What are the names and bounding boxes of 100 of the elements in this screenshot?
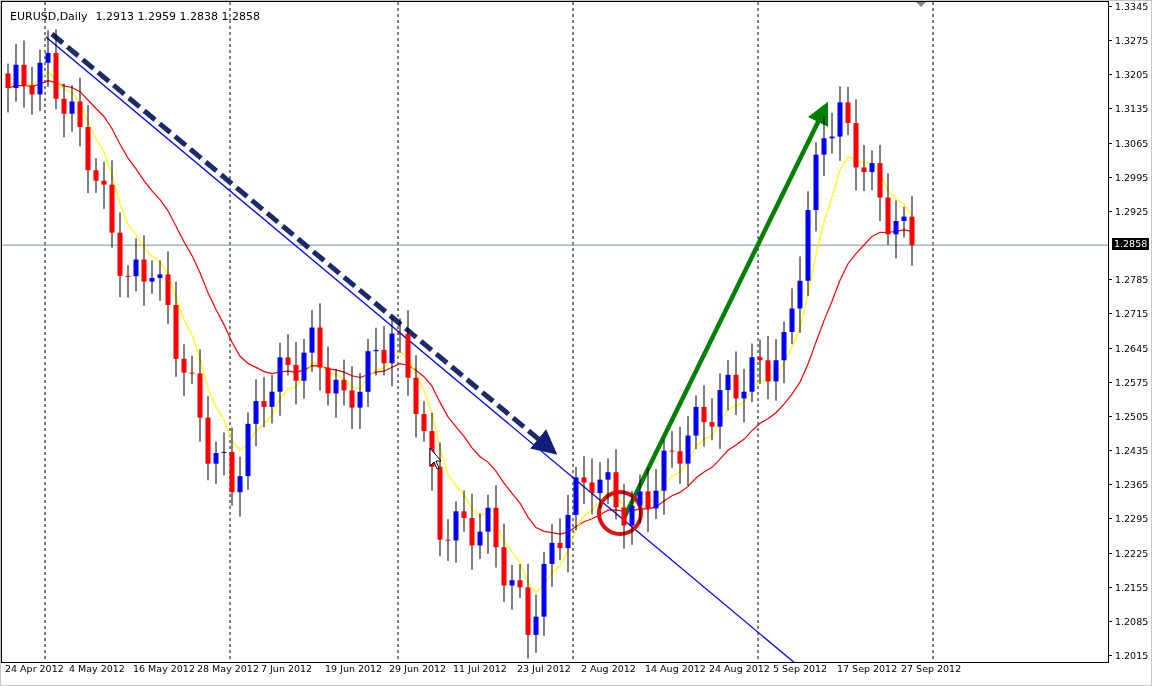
candlestick [829, 112, 835, 154]
date-label: 4 May 2012 [69, 663, 126, 674]
candlestick [621, 483, 627, 550]
date-label: 7 Jun 2012 [261, 663, 314, 674]
candlestick [133, 237, 139, 292]
price-label: 1.2295 [1115, 513, 1149, 525]
candlestick [189, 355, 195, 385]
price-label: 1.2575 [1115, 376, 1149, 388]
candlestick [61, 82, 67, 138]
price-label: 1.2365 [1115, 479, 1149, 491]
price-label: 1.2995 [1115, 171, 1149, 183]
date-label: 2 Aug 2012 [581, 663, 637, 674]
current-price-label: 1.2858 [1112, 238, 1150, 251]
date-label: 28 May 2012 [197, 663, 260, 674]
candlestick [5, 63, 11, 113]
candlestick [221, 431, 227, 476]
price-label: 1.2085 [1115, 615, 1149, 627]
candlestick [589, 457, 595, 515]
candlestick [21, 39, 27, 108]
candlestick [365, 338, 371, 408]
candlestick [341, 359, 347, 407]
candlestick [333, 368, 339, 419]
candlestick [461, 490, 467, 533]
price-label: 1.2715 [1115, 308, 1149, 320]
candlestick [381, 325, 387, 376]
candlestick [549, 523, 555, 588]
candlestick [629, 490, 635, 546]
candlestick [421, 400, 427, 443]
chart-symbol-title: EURUSD,Daily [10, 10, 88, 23]
candlestick [269, 374, 275, 425]
candlestick [237, 456, 243, 518]
candlestick [821, 115, 827, 177]
candlestick [373, 327, 379, 376]
candlestick [573, 466, 579, 531]
candlestick [789, 287, 795, 345]
candlestick [293, 341, 299, 405]
price-label: 1.3275 [1115, 35, 1149, 47]
candlestick [149, 259, 155, 295]
price-label: 1.2925 [1115, 205, 1149, 217]
candlestick [709, 397, 715, 441]
candlestick [485, 494, 491, 555]
candlestick [261, 376, 267, 428]
price-label: 1.2225 [1115, 547, 1149, 559]
candlestick [557, 518, 563, 561]
candlestick [757, 339, 763, 385]
price-label: 1.2015 [1115, 650, 1149, 661]
candlestick [285, 333, 291, 376]
candlestick [861, 144, 867, 192]
candlestick [765, 335, 771, 400]
candlestick [445, 518, 451, 562]
candlestick [901, 206, 907, 239]
price-label: 1.2505 [1115, 410, 1149, 422]
price-label: 1.2785 [1115, 274, 1149, 286]
candlestick [157, 260, 163, 302]
candlestick [77, 77, 83, 147]
candlestick [101, 161, 107, 210]
date-label: 17 Sep 2012 [837, 663, 899, 674]
candlestick [349, 365, 355, 430]
candlestick [301, 338, 307, 400]
circle-marker [597, 490, 643, 536]
candlestick [253, 378, 259, 447]
candlestick [733, 351, 739, 416]
candlestick [397, 317, 403, 354]
candlestick [701, 384, 707, 448]
candlestick [693, 394, 699, 450]
date-label: 24 Apr 2012 [5, 663, 65, 674]
candlestick [581, 455, 587, 505]
candlestick [781, 321, 787, 384]
candlestick [597, 461, 603, 509]
candlestick [325, 345, 331, 407]
date-label: 14 Aug 2012 [645, 663, 707, 674]
candlestick [45, 29, 51, 88]
candlestick [613, 448, 619, 520]
ohlc-quote: 1.2913 1.2959 1.2838 1.2858 [95, 10, 260, 23]
candlestick [845, 86, 851, 136]
shift-marker-icon[interactable] [916, 2, 926, 7]
candlestick [637, 473, 643, 525]
date-label: 5 Sep 2012 [773, 663, 829, 674]
candlestick [533, 594, 539, 654]
candlestick [37, 49, 43, 112]
candlestick [893, 199, 899, 259]
date-label: 23 Jul 2012 [517, 663, 572, 674]
date-label: 24 Aug 2012 [709, 663, 771, 674]
candlestick [509, 564, 515, 611]
candlestick [389, 317, 395, 387]
date-label: 19 Jun 2012 [325, 663, 384, 674]
candlestick [453, 500, 459, 564]
price-label: 1.2155 [1115, 581, 1149, 593]
candlestick [605, 457, 611, 505]
candlestick [645, 466, 651, 533]
candlestick [29, 66, 35, 116]
candlestick [725, 359, 731, 411]
candlestick [773, 338, 779, 402]
price-label: 1.2645 [1115, 342, 1149, 354]
candlestick [517, 563, 523, 599]
candlestick [477, 513, 483, 560]
price-label: 1.2435 [1115, 445, 1149, 457]
candlestick [93, 157, 99, 194]
candlestick [309, 309, 315, 373]
price-label: 1.3135 [1115, 103, 1149, 115]
